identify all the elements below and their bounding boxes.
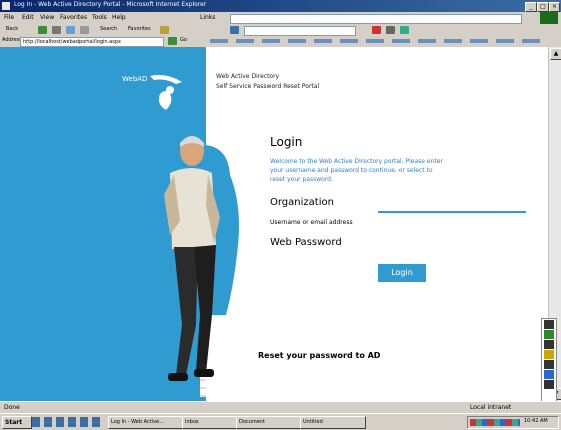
menu-help[interactable]: Help [112, 14, 126, 21]
login-button[interactable]: Login [378, 264, 426, 282]
history-icon[interactable] [160, 26, 169, 34]
clock: 10:42 AM [524, 418, 548, 424]
tool-eraser-icon[interactable] [544, 380, 554, 389]
portal-subheading: Self Service Password Reset Portal [216, 83, 320, 90]
brand-logo-icon [150, 74, 182, 110]
menu-view[interactable]: View [40, 14, 54, 21]
links-dropdown[interactable] [230, 14, 522, 24]
taskbar-button-document[interactable]: Document [236, 416, 302, 429]
tool-palette[interactable] [541, 318, 557, 410]
organization-label: Organization [270, 197, 334, 208]
home-icon[interactable] [80, 26, 89, 34]
tool-text-icon[interactable] [544, 340, 554, 349]
brand-logo-text: WebAD [122, 75, 148, 83]
discuss-icon[interactable] [400, 26, 409, 34]
organization-input[interactable] [378, 211, 526, 213]
menu-tools[interactable]: Tools [92, 14, 107, 21]
back-button[interactable]: Back [6, 26, 18, 32]
go-button[interactable]: Go [180, 37, 187, 43]
status-text: Done [4, 404, 20, 411]
refresh-icon[interactable] [66, 26, 75, 34]
menu-file[interactable]: File [4, 14, 14, 21]
throbber-icon [540, 12, 558, 24]
window-title-bar: Log In - Web Active Directory Portal - M… [0, 0, 561, 12]
username-label: Username or email address [270, 219, 353, 226]
search-button[interactable]: Search [100, 26, 117, 32]
forward-icon[interactable] [38, 26, 47, 34]
mail-icon[interactable] [230, 26, 239, 34]
taskbar-button-inbox[interactable]: Inbox [182, 416, 238, 429]
system-tray: 10:42 AM [467, 416, 559, 429]
footer-text: Reset your password to AD [258, 351, 381, 360]
close-button[interactable]: × [549, 2, 560, 12]
tool-pointer-icon[interactable] [544, 320, 554, 329]
login-title: Login [270, 135, 303, 149]
page-content: WebAD Web Active Directory Self Service … [0, 47, 548, 401]
scroll-up-arrow-icon[interactable]: ▲ [550, 48, 561, 60]
go-arrow-icon[interactable] [168, 37, 177, 45]
login-description: Welcome to the Web Active Directory port… [270, 158, 443, 183]
address-label: Address [2, 37, 22, 43]
taskbar: Start Log In - Web Active... Inbox Docum… [0, 413, 561, 430]
ie-icon [2, 2, 10, 10]
tool-pen-icon[interactable] [544, 330, 554, 339]
start-button[interactable]: Start [2, 416, 32, 429]
security-zone: Local intranet [470, 404, 512, 411]
taskbar-button-untitled[interactable]: Untitled [300, 416, 366, 429]
taskbar-button-browser[interactable]: Log In - Web Active... [108, 416, 184, 429]
window-title: Log In - Web Active Directory Portal - M… [14, 1, 207, 8]
menu-edit[interactable]: Edit [22, 14, 34, 21]
maximize-button[interactable]: □ [537, 2, 549, 12]
portal-heading: Web Active Directory [216, 73, 280, 80]
print-icon[interactable] [372, 26, 381, 34]
tool-highlight-icon[interactable] [544, 350, 554, 359]
edit-icon[interactable] [386, 26, 395, 34]
links-label[interactable]: Links [200, 14, 215, 21]
person-illustration [164, 136, 239, 381]
stop-icon[interactable] [52, 26, 61, 34]
minimize-button[interactable]: _ [525, 2, 537, 12]
quick-launch[interactable] [32, 417, 102, 427]
menu-favorites[interactable]: Favorites [60, 14, 87, 21]
tool-shape-icon[interactable] [544, 360, 554, 369]
tray-icons[interactable] [470, 419, 520, 426]
links-toolbar[interactable] [210, 39, 540, 43]
tool-fill-icon[interactable] [544, 370, 554, 379]
password-label: Web Password [270, 237, 342, 248]
address-input[interactable]: http://localhost/webadportal/login.aspx [20, 37, 164, 47]
search-toolbar-input[interactable] [244, 26, 356, 36]
favorites-button[interactable]: Favorites [128, 26, 151, 32]
